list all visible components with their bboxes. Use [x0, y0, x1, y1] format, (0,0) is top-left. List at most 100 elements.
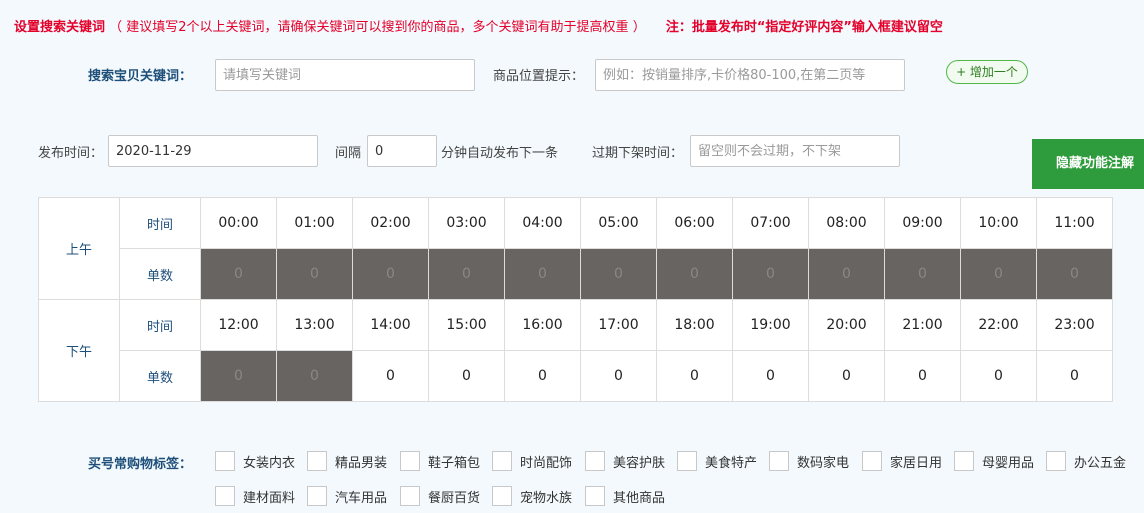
tag-checkbox[interactable] — [307, 486, 327, 506]
hour-cell: 14:00 — [352, 299, 429, 351]
morning-time-row: 上午 时间 00:00 01:00 02:00 03:00 04:00 05:00 06:00 0… — [38, 197, 1113, 300]
count-cell[interactable]: 0 — [428, 350, 505, 402]
tag-label: 时尚配饰 — [520, 455, 573, 471]
count-cell[interactable]: 0 — [808, 350, 885, 402]
shopping-tag-option[interactable]: 汽车用品 — [307, 485, 387, 507]
notice-title: 设置搜索关键词 — [14, 20, 106, 35]
notice-hint: （ 建议填写2个以上关键词，请确保关键词可以搜到你的商品，多个关键词有助于提高权… — [109, 20, 646, 35]
interval-suffix: 分钟自动发布下一条 — [441, 146, 559, 161]
count-cell-disabled: 0 — [504, 248, 581, 300]
shopping-tag-option[interactable]: 数码家电 — [769, 450, 849, 472]
shopping-tag-option[interactable]: 建材面料 — [215, 485, 295, 507]
position-hint-input[interactable] — [595, 59, 905, 91]
count-cell-disabled: 0 — [428, 248, 505, 300]
tag-checkbox[interactable] — [1046, 451, 1066, 471]
tag-checkbox[interactable] — [677, 451, 697, 471]
shopping-tags-label: 买号常购物标签： — [88, 457, 193, 472]
time-row-label: 时间 — [119, 299, 201, 351]
tag-checkbox[interactable] — [492, 451, 512, 471]
count-cell[interactable]: 0 — [1036, 350, 1113, 402]
hour-cell: 09:00 — [884, 197, 961, 249]
tag-label: 其他商品 — [613, 490, 666, 506]
tag-checkbox[interactable] — [215, 451, 235, 471]
shopping-tag-option[interactable]: 餐厨百货 — [400, 485, 480, 507]
tag-checkbox[interactable] — [307, 451, 327, 471]
count-row-label: 单数 — [119, 350, 201, 402]
schedule-table: 上午 时间 00:00 01:00 02:00 03:00 04:00 05:00 06:00 0… — [38, 197, 1113, 402]
tag-label: 家居日用 — [890, 455, 943, 471]
tag-checkbox[interactable] — [400, 451, 420, 471]
hour-cell: 02:00 — [352, 197, 429, 249]
tag-checkbox[interactable] — [769, 451, 789, 471]
tag-label: 美食特产 — [705, 455, 758, 471]
shopping-tag-option[interactable]: 母婴用品 — [954, 450, 1034, 472]
shopping-tag-option[interactable]: 美容护肤 — [585, 450, 665, 472]
hour-cell: 01:00 — [276, 197, 353, 249]
count-cell-disabled: 0 — [1036, 248, 1113, 300]
count-cell[interactable]: 0 — [352, 350, 429, 402]
hour-cell: 13:00 — [276, 299, 353, 351]
tag-label: 餐厨百货 — [428, 490, 481, 506]
publish-time-label: 发布时间： — [38, 146, 104, 161]
tag-checkbox[interactable] — [585, 486, 605, 506]
interval-input[interactable] — [367, 135, 437, 167]
tag-label: 宠物水族 — [520, 490, 573, 506]
shopping-tag-option[interactable]: 其他商品 — [585, 485, 665, 507]
hour-cell: 05:00 — [580, 197, 657, 249]
publish-time-input[interactable] — [108, 135, 318, 167]
notice-warning: 注：批量发布时“指定好评内容”输入框建议留空 — [665, 20, 943, 35]
tag-checkbox[interactable] — [215, 486, 235, 506]
shopping-tag-option[interactable]: 时尚配饰 — [492, 450, 572, 472]
afternoon-count-row: 单数 0 0 0 0 0 0 0 0 0 0 0 0 — [39, 350, 1113, 402]
count-cell[interactable]: 0 — [504, 350, 581, 402]
shopping-tag-option[interactable]: 鞋子箱包 — [400, 450, 480, 472]
count-cell-disabled: 0 — [200, 248, 277, 300]
count-cell[interactable]: 0 — [884, 350, 961, 402]
count-cell-disabled: 0 — [732, 248, 809, 300]
shopping-tag-option[interactable]: 精品男装 — [307, 450, 387, 472]
hour-cell: 18:00 — [656, 299, 733, 351]
tag-label: 数码家电 — [797, 455, 850, 471]
count-cell[interactable]: 0 — [656, 350, 733, 402]
add-keyword-button[interactable]: + 增加一个 — [946, 60, 1028, 84]
count-cell[interactable]: 0 — [960, 350, 1037, 402]
tag-checkbox[interactable] — [954, 451, 974, 471]
count-cell-disabled: 0 — [960, 248, 1037, 300]
interval-label: 间隔 — [335, 146, 362, 161]
position-hint-label: 商品位置提示： — [493, 69, 585, 84]
hour-cell: 06:00 — [656, 197, 733, 249]
hide-annotations-button[interactable]: 隐藏功能注解 — [1032, 139, 1144, 189]
morning-count-row: 单数 0 0 0 0 0 0 0 0 0 0 0 0 — [39, 248, 1113, 300]
shopping-tag-option[interactable]: 美食特产 — [677, 450, 757, 472]
count-cell-disabled: 0 — [200, 350, 277, 402]
keyword-label: 搜索宝贝关键词： — [88, 69, 193, 84]
hour-cell: 19:00 — [732, 299, 809, 351]
tag-label: 母婴用品 — [982, 455, 1035, 471]
afternoon-period-label: 下午 — [38, 299, 120, 402]
shopping-tag-option[interactable]: 家居日用 — [862, 450, 942, 472]
tag-checkbox[interactable] — [585, 451, 605, 471]
hour-cell: 23:00 — [1036, 299, 1113, 351]
count-cell-disabled: 0 — [808, 248, 885, 300]
count-cell[interactable]: 0 — [580, 350, 657, 402]
hour-cell: 00:00 — [200, 197, 277, 249]
hour-cell: 22:00 — [960, 299, 1037, 351]
hour-cell: 15:00 — [428, 299, 505, 351]
shopping-tag-option[interactable]: 女装内衣 — [215, 450, 295, 472]
expire-time-input[interactable] — [690, 135, 900, 167]
expire-time-label: 过期下架时间： — [592, 146, 684, 161]
hour-cell: 20:00 — [808, 299, 885, 351]
hour-cell: 17:00 — [580, 299, 657, 351]
count-cell-disabled: 0 — [580, 248, 657, 300]
shopping-tag-option[interactable]: 宠物水族 — [492, 485, 572, 507]
keyword-input[interactable] — [215, 59, 475, 91]
tag-checkbox[interactable] — [862, 451, 882, 471]
shopping-tag-option[interactable]: 办公五金 — [1046, 450, 1126, 472]
tag-checkbox[interactable] — [492, 486, 512, 506]
tag-label: 精品男装 — [335, 455, 388, 471]
count-cell-disabled: 0 — [276, 350, 353, 402]
tag-checkbox[interactable] — [400, 486, 420, 506]
keyword-notice: 设置搜索关键词 （ 建议填写2个以上关键词，请确保关键词可以搜到你的商品，多个关… — [14, 16, 943, 35]
count-row-label: 单数 — [119, 248, 201, 300]
count-cell[interactable]: 0 — [732, 350, 809, 402]
